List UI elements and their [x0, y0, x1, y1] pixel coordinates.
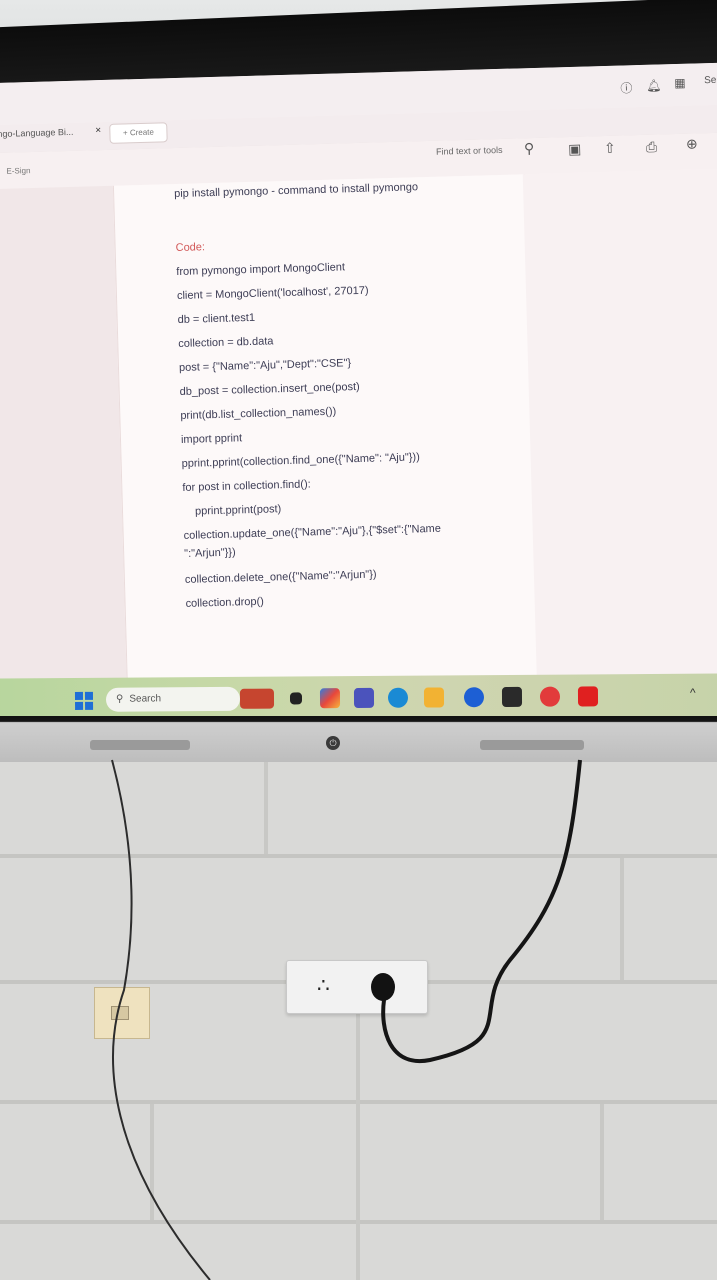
power-cable [381, 759, 582, 1064]
photo: ⓘ 🔔︎ ▦ Se ngo-Language Bi... × + Create … [0, 0, 717, 1280]
network-cable [111, 759, 211, 1280]
cables [111, 759, 582, 1280]
